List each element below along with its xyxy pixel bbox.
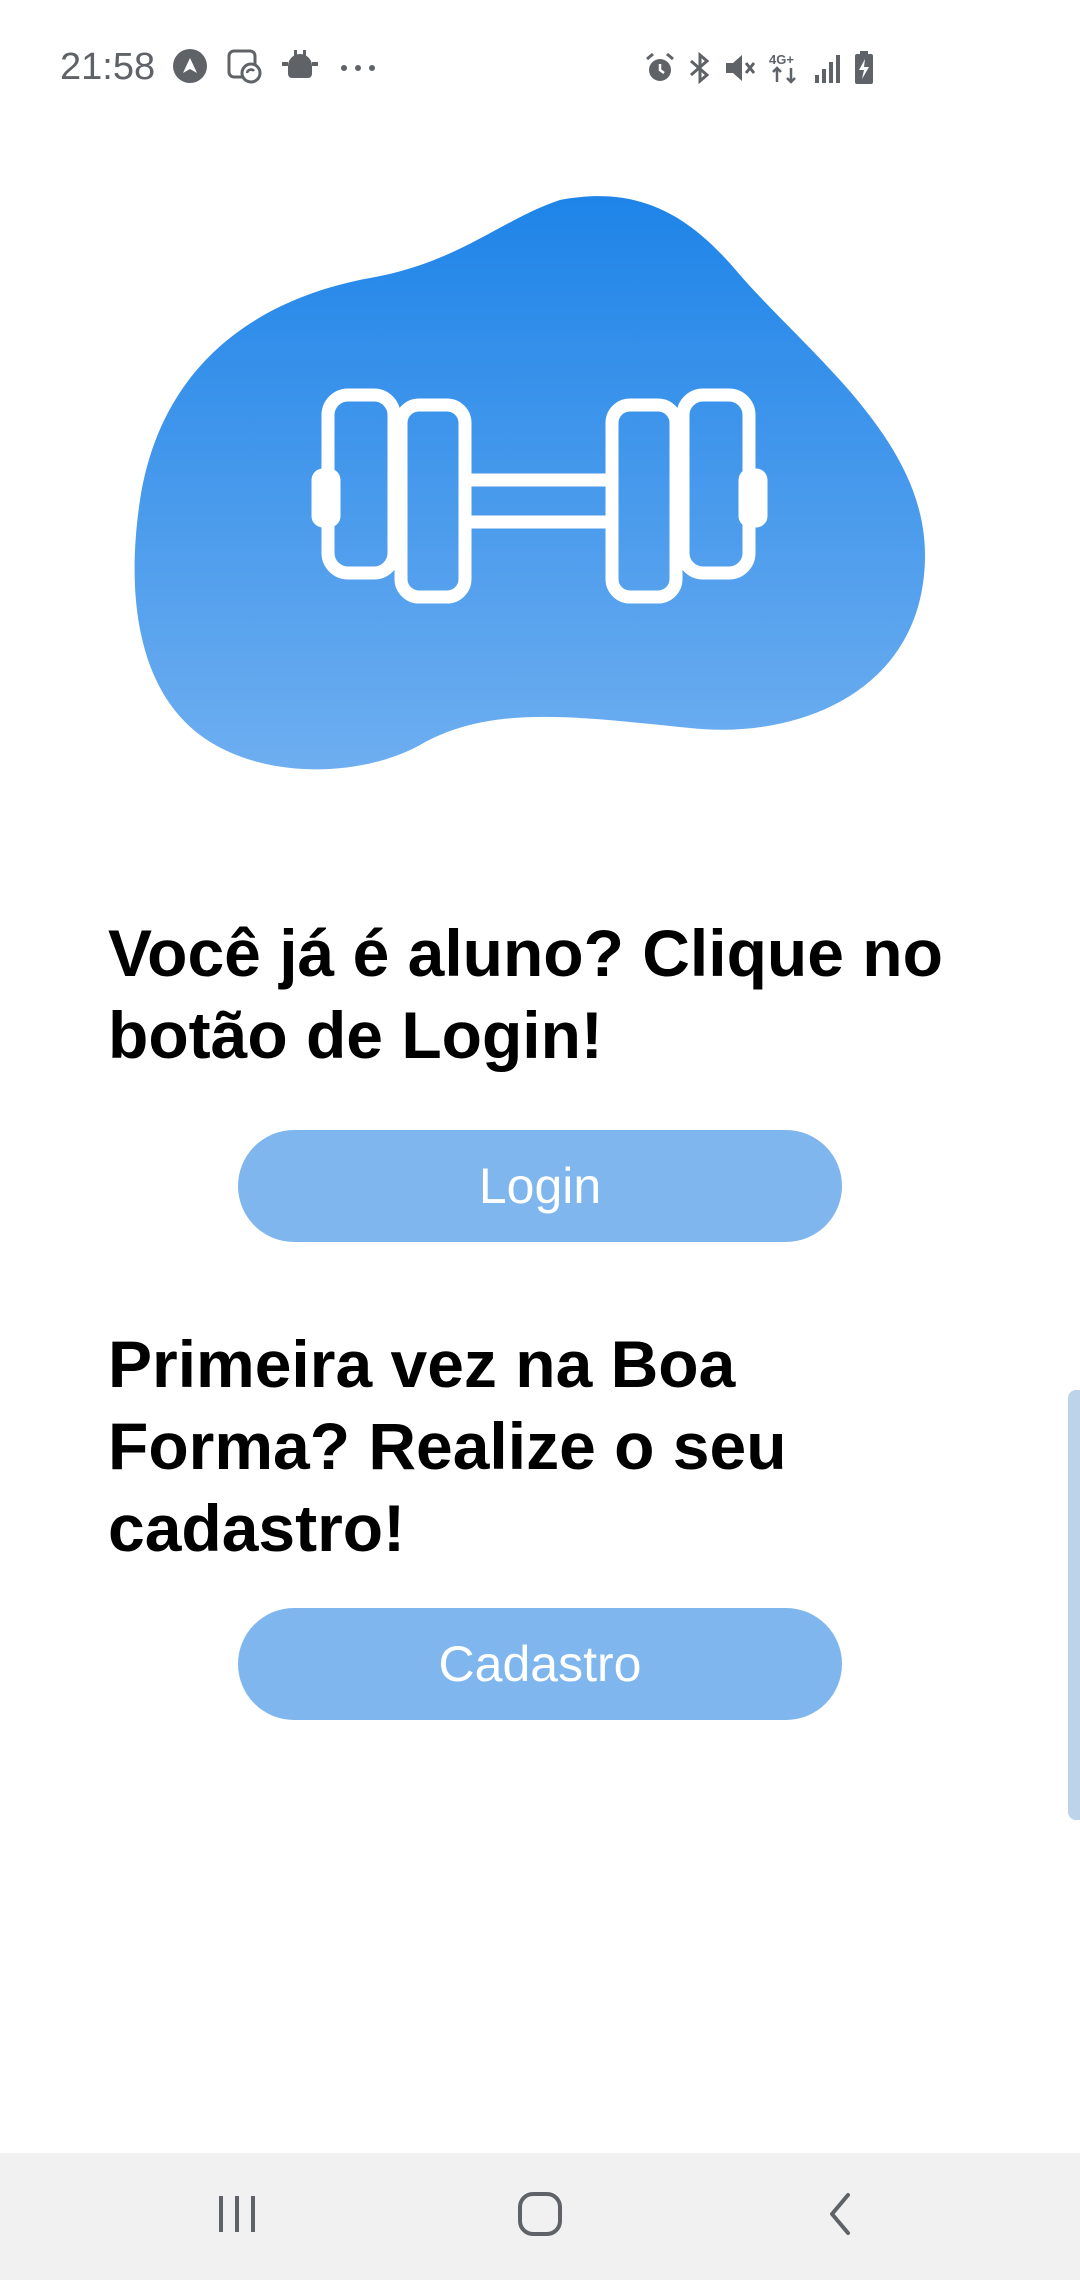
login-heading: Você já é aluno? Clique no botão de Logi… [108,916,943,1072]
home-icon [515,2189,565,2244]
back-icon [820,2189,860,2244]
back-button[interactable] [770,2153,910,2280]
system-nav-bar [0,2153,1080,2280]
login-button[interactable]: Login [238,1130,842,1242]
signup-button[interactable]: Cadastro [238,1608,842,1720]
home-button[interactable] [470,2153,610,2280]
recents-icon [213,2192,261,2241]
recents-button[interactable] [167,2153,307,2280]
hero-illustration [0,0,1080,820]
signup-heading: Primeira vez na Boa Forma? Realize o seu… [108,1327,787,1565]
screen: 21:58 4G+ Você já é aluno? Clique no bot… [0,0,1080,2280]
scroll-indicator[interactable] [1068,1390,1080,1820]
